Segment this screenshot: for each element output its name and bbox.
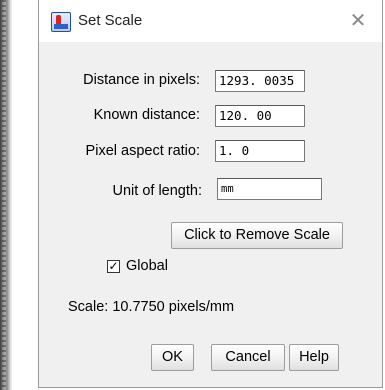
pixel-aspect-ratio-label: Pixel aspect ratio: xyxy=(85,143,200,159)
title-bar[interactable]: Set Scale ✕ xyxy=(39,0,382,42)
distance-in-pixels-field[interactable]: 1293. 0035 xyxy=(215,70,305,92)
close-icon[interactable]: ✕ xyxy=(348,10,368,30)
unit-of-length-field[interactable]: mm xyxy=(217,178,322,200)
imagej-microscope-icon xyxy=(51,12,71,32)
distance-in-pixels-label: Distance in pixels: xyxy=(83,72,200,88)
global-checkbox[interactable]: ✓ xyxy=(107,260,120,273)
known-distance-label: Known distance: xyxy=(93,107,200,123)
help-button[interactable]: Help xyxy=(289,344,339,371)
background-image-strip xyxy=(0,0,12,390)
set-scale-dialog: Set Scale ✕ Distance in pixels: 1293. 00… xyxy=(38,0,383,388)
remove-scale-button[interactable]: Click to Remove Scale xyxy=(171,222,343,249)
ok-button[interactable]: OK xyxy=(151,344,194,371)
unit-of-length-label: Unit of length: xyxy=(112,183,202,199)
known-distance-field[interactable]: 120. 00 xyxy=(215,105,305,127)
global-label[interactable]: Global xyxy=(126,258,168,274)
background-canvas xyxy=(12,0,38,390)
pixel-aspect-ratio-field[interactable]: 1. 0 xyxy=(215,140,305,162)
scale-readout: Scale: 10.7750 pixels/mm xyxy=(68,299,235,315)
window-title: Set Scale xyxy=(78,12,143,29)
cancel-button[interactable]: Cancel xyxy=(211,344,285,371)
